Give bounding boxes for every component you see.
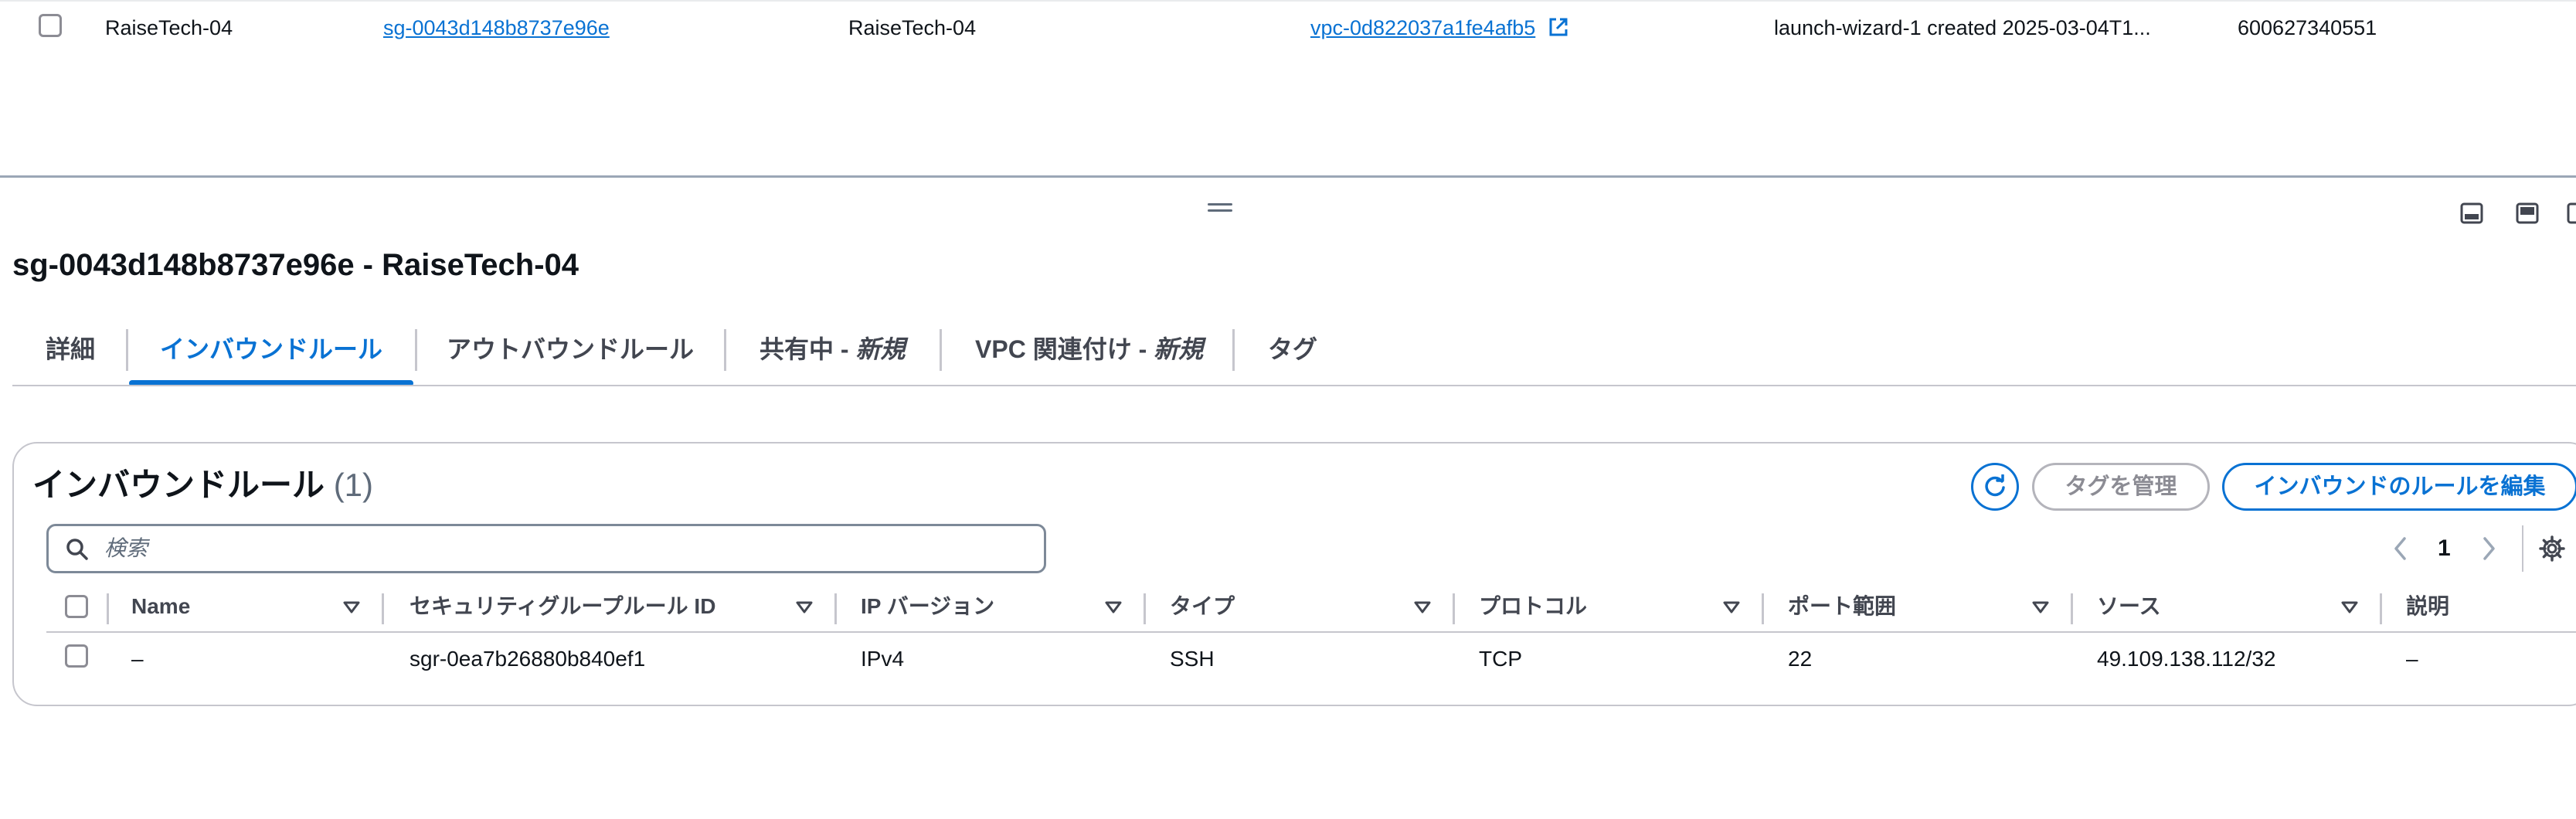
- row-group-id-link[interactable]: sg-0043d148b8737e96e: [383, 15, 610, 40]
- settings-gear-icon[interactable]: [2539, 535, 2565, 562]
- column-separator: [834, 593, 837, 624]
- sort-caret-icon[interactable]: [2341, 601, 2358, 613]
- cell-rule-id: sgr-0ea7b26880b840ef1: [410, 647, 646, 671]
- sort-caret-icon[interactable]: [1414, 601, 1431, 613]
- table-header-row: Name セキュリティグループルール ID IP バージョン タイプ プロトコル…: [46, 589, 2576, 633]
- tab-tags[interactable]: タグ: [1268, 325, 1317, 385]
- inbound-rules-heading: インバウンドルール (1): [32, 465, 373, 505]
- row-group-name: RaiseTech-04: [848, 16, 977, 39]
- split-pane-border: [0, 175, 2576, 178]
- column-separator: [107, 593, 109, 624]
- column-header-ip-version[interactable]: IP バージョン: [861, 593, 994, 620]
- tab-separator: [1232, 329, 1235, 371]
- row-vpc-id-link[interactable]: vpc-0d822037a1fe4afb5: [1310, 16, 1535, 39]
- column-header-source[interactable]: ソース: [2097, 593, 2161, 620]
- panel-bottom-icon[interactable]: [2460, 202, 2483, 224]
- tab-separator: [126, 329, 128, 371]
- select-all-checkbox[interactable]: [65, 595, 88, 618]
- table-row[interactable]: – sgr-0ea7b26880b840ef1 IPv4 SSH TCP 22 …: [46, 634, 2576, 685]
- tab-separator: [724, 329, 726, 371]
- refresh-button[interactable]: [1971, 463, 2019, 511]
- column-header-description[interactable]: 説明: [2406, 593, 2449, 620]
- cell-ip-version: IPv4: [861, 647, 905, 671]
- tab-details[interactable]: 詳細: [46, 325, 95, 385]
- column-separator: [1453, 593, 1455, 624]
- security-groups-list-pane: RaiseTech-04 sg-0043d148b8737e96e RaiseT…: [0, 0, 2576, 178]
- tab-sharing-new-badge: 新規: [855, 335, 906, 363]
- sort-caret-icon[interactable]: [796, 601, 813, 613]
- cell-name: –: [131, 647, 144, 671]
- tab-outbound-rules[interactable]: アウトバウンドルール: [447, 325, 694, 385]
- sort-caret-icon[interactable]: [1105, 601, 1122, 613]
- current-page[interactable]: 1: [2438, 532, 2451, 566]
- edit-inbound-rules-button[interactable]: インバウンドのルールを編集: [2222, 463, 2576, 511]
- tabs-baseline: [12, 385, 2576, 386]
- sort-caret-icon[interactable]: [343, 601, 360, 613]
- row-select-checkbox[interactable]: [39, 14, 62, 37]
- column-header-protocol[interactable]: プロトコル: [1479, 593, 1587, 620]
- external-link-icon: [1549, 18, 1568, 36]
- panel-side-icon[interactable]: [2516, 202, 2539, 224]
- panel-hide-icon[interactable]: [2567, 202, 2576, 224]
- column-separator: [1144, 593, 1146, 624]
- chevron-right-icon[interactable]: [2480, 536, 2497, 561]
- column-separator: [382, 593, 384, 624]
- column-header-name[interactable]: Name: [131, 593, 190, 620]
- row-description: launch-wizard-1 created 2025-03-04T1...: [1774, 16, 2151, 39]
- inbound-rules-title: インバウンドルール: [32, 467, 325, 503]
- sort-caret-icon[interactable]: [1723, 601, 1740, 613]
- tab-sharing-label: 共有中 -: [760, 335, 856, 363]
- column-header-port-range[interactable]: ポート範囲: [1788, 593, 1896, 620]
- column-separator: [2071, 593, 2073, 624]
- column-separator: [2380, 593, 2382, 624]
- cell-port-range: 22: [1788, 647, 1813, 671]
- pager-separator: [2522, 525, 2523, 572]
- row-name: RaiseTech-04: [105, 16, 233, 39]
- chevron-left-icon[interactable]: [2392, 536, 2409, 561]
- sort-caret-icon[interactable]: [2032, 601, 2049, 613]
- tab-vpc-associations-new-badge: 新規: [1154, 335, 1204, 363]
- security-group-row[interactable]: RaiseTech-04 sg-0043d148b8737e96e RaiseT…: [0, 2, 2576, 51]
- column-header-type[interactable]: タイプ: [1170, 593, 1235, 620]
- tab-inbound-rules[interactable]: インバウンドルール: [129, 325, 414, 386]
- tab-sharing[interactable]: 共有中 - 新規: [760, 325, 905, 385]
- tab-vpc-associations[interactable]: VPC 関連付け - 新規: [975, 325, 1203, 385]
- table-header-divider: [46, 631, 2576, 633]
- tab-vpc-associations-label: VPC 関連付け -: [975, 335, 1154, 363]
- manage-tags-button[interactable]: タグを管理: [2032, 463, 2210, 511]
- column-header-rule-id[interactable]: セキュリティグループルール ID: [410, 593, 715, 620]
- cell-source: 49.109.138.112/32: [2097, 647, 2276, 671]
- cell-type: SSH: [1170, 647, 1215, 671]
- search-field[interactable]: [46, 524, 1046, 573]
- search-input[interactable]: [104, 531, 1016, 566]
- refresh-icon: [1985, 474, 2005, 497]
- tab-inbound-rules-label: インバウンドルール: [160, 335, 383, 363]
- inbound-rules-count: (1): [333, 467, 374, 503]
- column-separator: [1762, 593, 1764, 624]
- cell-protocol: TCP: [1479, 647, 1522, 671]
- tab-separator: [415, 329, 417, 371]
- cell-description: –: [2406, 647, 2418, 671]
- rule-select-checkbox[interactable]: [65, 644, 88, 668]
- details-tabs: 詳細 インバウンドルール アウトバウンドルール 共有中 - 新規 VPC 関連付…: [12, 325, 2576, 386]
- row-owner: 600627340551: [2238, 16, 2377, 39]
- details-title: sg-0043d148b8737e96e - RaiseTech-04: [12, 248, 579, 282]
- drag-handle-icon[interactable]: [1208, 203, 1232, 214]
- row-vpc-id[interactable]: vpc-0d822037a1fe4afb5: [1310, 15, 1569, 40]
- tab-separator: [940, 329, 942, 371]
- search-icon: [66, 539, 88, 560]
